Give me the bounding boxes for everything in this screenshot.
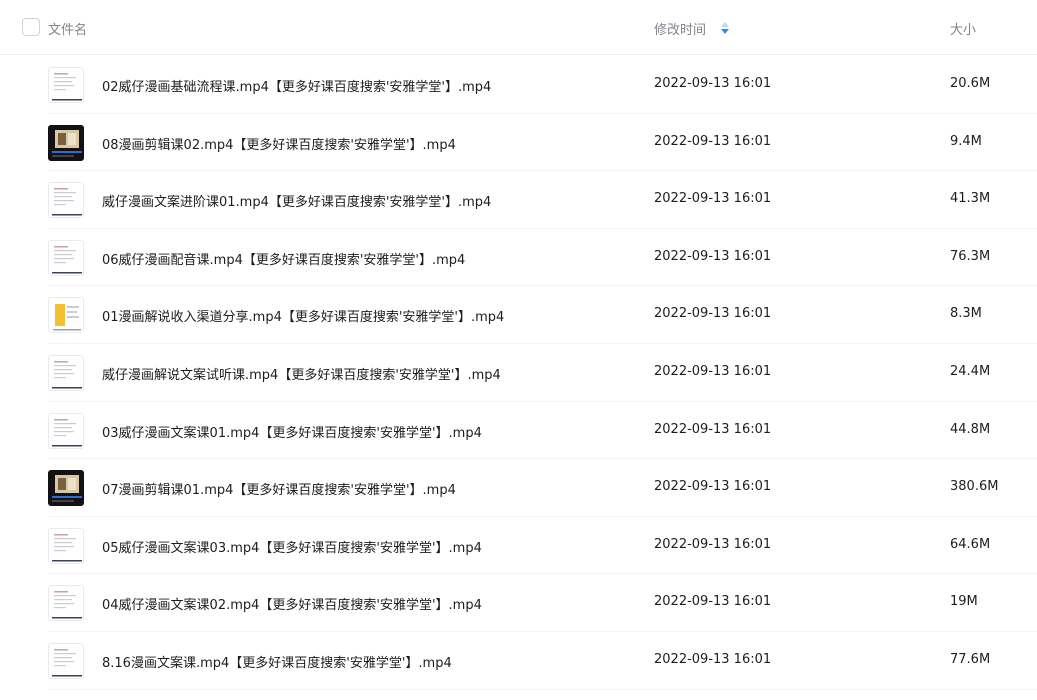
file-name[interactable]: 08漫画剪辑课02.mp4【更多好课百度搜索'安雅学堂'】.mp4 <box>102 134 456 153</box>
file-name[interactable]: 05威仔漫画文案课03.mp4【更多好课百度搜索'安雅学堂'】.mp4 <box>102 537 482 556</box>
video-thumbnail-icon[interactable] <box>48 67 84 103</box>
file-name[interactable]: 03威仔漫画文案课01.mp4【更多好课百度搜索'安雅学堂'】.mp4 <box>102 422 482 441</box>
file-row[interactable]: 07漫画剪辑课01.mp4【更多好课百度搜索'安雅学堂'】.mp4 2022-09… <box>0 459 1037 517</box>
file-row[interactable]: 04威仔漫画文案课02.mp4【更多好课百度搜索'安雅学堂'】.mp4 2022-… <box>0 574 1037 632</box>
file-row[interactable]: 05威仔漫画文案课03.mp4【更多好课百度搜索'安雅学堂'】.mp4 2022-… <box>0 517 1037 575</box>
file-mtime: 2022-09-13 16:01 <box>654 421 772 437</box>
file-size: 20.6M <box>950 76 991 91</box>
file-size: 24.4M <box>950 363 991 379</box>
file-size: 64.6M <box>950 536 991 552</box>
file-row[interactable]: 08漫画剪辑课02.mp4【更多好课百度搜索'安雅学堂'】.mp4 2022-09… <box>0 114 1037 172</box>
file-size: 380.6M <box>950 479 999 495</box>
file-size: 44.8M <box>950 421 991 437</box>
file-size: 41.3M <box>950 191 991 207</box>
file-mtime: 2022-09-13 16:01 <box>654 248 772 264</box>
column-header-mtime[interactable]: 修改时间 <box>654 19 706 38</box>
video-thumbnail-icon[interactable] <box>48 297 84 334</box>
file-mtime: 2022-09-13 16:01 <box>654 306 772 322</box>
file-name[interactable]: 04威仔漫画文案课02.mp4【更多好课百度搜索'安雅学堂'】.mp4 <box>102 594 482 613</box>
file-row[interactable]: 03威仔漫画文案课01.mp4【更多好课百度搜索'安雅学堂'】.mp4 2022-… <box>0 402 1037 460</box>
video-thumbnail-icon[interactable] <box>48 642 84 679</box>
file-name[interactable]: 06威仔漫画配音课.mp4【更多好课百度搜索'安雅学堂'】.mp4 <box>102 249 465 268</box>
file-size: 8.3M <box>950 306 982 322</box>
video-thumbnail-icon[interactable] <box>48 354 84 391</box>
file-name[interactable]: 02威仔漫画基础流程课.mp4【更多好课百度搜索'安雅学堂'】.mp4 <box>102 76 491 95</box>
video-thumbnail-icon[interactable] <box>48 182 84 219</box>
column-header-size[interactable]: 大小 <box>950 19 976 38</box>
file-row[interactable]: 威仔漫画文案进阶课01.mp4【更多好课百度搜索'安雅学堂'】.mp4 2022-… <box>0 171 1037 229</box>
file-list-header: 文件名 修改时间 大小 <box>0 0 1037 55</box>
file-mtime: 2022-09-13 16:01 <box>654 536 772 552</box>
file-size: 76.3M <box>950 248 991 264</box>
file-row[interactable]: 01漫画解说收入渠道分享.mp4【更多好课百度搜索'安雅学堂'】.mp4 2022… <box>0 286 1037 344</box>
file-mtime: 2022-09-13 16:01 <box>654 651 772 667</box>
file-mtime: 2022-09-13 16:01 <box>654 594 772 610</box>
file-name[interactable]: 01漫画解说收入渠道分享.mp4【更多好课百度搜索'安雅学堂'】.mp4 <box>102 306 504 325</box>
file-name[interactable]: 威仔漫画解说文案试听课.mp4【更多好课百度搜索'安雅学堂'】.mp4 <box>102 364 501 383</box>
file-size: 19M <box>950 594 978 610</box>
file-row[interactable]: 8.16漫画文案课.mp4【更多好课百度搜索'安雅学堂'】.mp4 2022-09… <box>0 632 1037 690</box>
file-mtime: 2022-09-13 16:01 <box>654 133 772 149</box>
file-name[interactable]: 07漫画剪辑课01.mp4【更多好课百度搜索'安雅学堂'】.mp4 <box>102 479 456 498</box>
column-header-name[interactable]: 文件名 <box>48 19 87 38</box>
file-mtime: 2022-09-13 16:01 <box>654 363 772 379</box>
video-thumbnail-icon[interactable] <box>48 527 84 564</box>
video-thumbnail-icon[interactable] <box>48 239 84 276</box>
file-row[interactable]: 02威仔漫画基础流程课.mp4【更多好课百度搜索'安雅学堂'】.mp4 2022-… <box>0 56 1037 114</box>
file-row[interactable]: 威仔漫画解说文案试听课.mp4【更多好课百度搜索'安雅学堂'】.mp4 2022-… <box>0 344 1037 402</box>
video-thumbnail-icon[interactable] <box>48 124 84 161</box>
file-row[interactable]: 06威仔漫画配音课.mp4【更多好课百度搜索'安雅学堂'】.mp4 2022-09… <box>0 229 1037 287</box>
select-all-checkbox[interactable] <box>22 18 40 36</box>
file-size: 77.6M <box>950 651 991 667</box>
file-name[interactable]: 8.16漫画文案课.mp4【更多好课百度搜索'安雅学堂'】.mp4 <box>102 652 452 671</box>
video-thumbnail-icon[interactable] <box>48 412 84 449</box>
video-thumbnail-icon[interactable] <box>48 585 84 622</box>
file-mtime: 2022-09-13 16:01 <box>654 479 772 495</box>
file-mtime: 2022-09-13 16:01 <box>654 76 772 91</box>
sort-desc-icon[interactable] <box>719 21 731 35</box>
file-list: 02威仔漫画基础流程课.mp4【更多好课百度搜索'安雅学堂'】.mp4 2022-… <box>0 56 1037 690</box>
video-thumbnail-icon[interactable] <box>48 470 84 507</box>
file-size: 9.4M <box>950 133 982 149</box>
file-name[interactable]: 威仔漫画文案进阶课01.mp4【更多好课百度搜索'安雅学堂'】.mp4 <box>102 191 491 210</box>
file-mtime: 2022-09-13 16:01 <box>654 191 772 207</box>
